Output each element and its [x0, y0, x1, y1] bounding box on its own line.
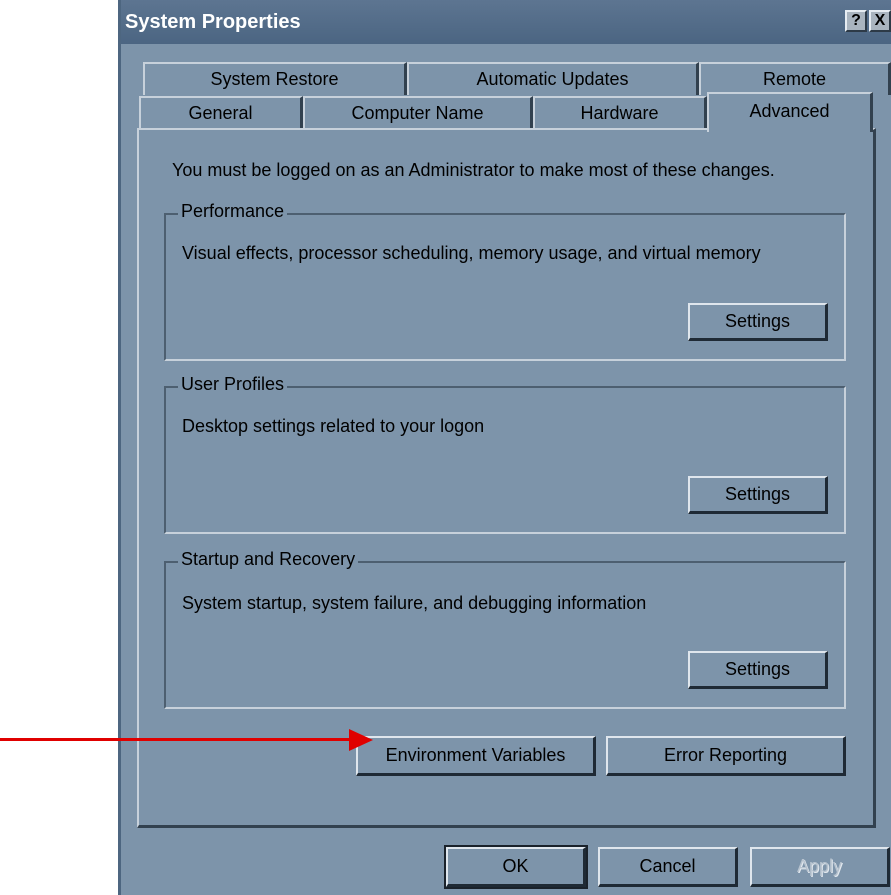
ok-button[interactable]: OK: [444, 845, 588, 889]
window-title: System Properties: [125, 11, 301, 33]
startup-recovery-group: Startup and Recovery System startup, sys…: [164, 549, 846, 709]
tab-system-restore[interactable]: System Restore: [143, 62, 407, 95]
tab-general[interactable]: General: [139, 96, 303, 129]
startup-recovery-settings-button[interactable]: Settings: [688, 651, 828, 689]
title-bar[interactable]: System Properties ? X: [121, 0, 891, 44]
close-button[interactable]: X: [869, 10, 891, 32]
tab-computer-name[interactable]: Computer Name: [303, 96, 533, 129]
apply-button[interactable]: Apply: [750, 847, 890, 887]
annotation-arrow-head-icon: [349, 729, 373, 751]
admin-notice: You must be logged on as an Administrato…: [172, 160, 775, 180]
user-profiles-settings-button[interactable]: Settings: [688, 476, 828, 514]
environment-variables-button[interactable]: Environment Variables: [356, 736, 596, 776]
annotation-arrow-line: [0, 738, 352, 741]
startup-recovery-description: System startup, system failure, and debu…: [182, 593, 647, 613]
startup-recovery-group-title: Startup and Recovery: [178, 549, 359, 570]
cancel-button[interactable]: Cancel: [598, 847, 738, 887]
tab-advanced[interactable]: Advanced: [707, 92, 873, 132]
help-button[interactable]: ?: [845, 10, 867, 32]
tab-automatic-updates[interactable]: Automatic Updates: [407, 62, 699, 95]
performance-description: Visual effects, processor scheduling, me…: [182, 243, 761, 263]
performance-group: Performance Visual effects, processor sc…: [164, 201, 846, 361]
user-profiles-group: User Profiles Desktop settings related t…: [164, 374, 846, 534]
tab-remote[interactable]: Remote: [699, 62, 891, 95]
error-reporting-button[interactable]: Error Reporting: [606, 736, 846, 776]
user-profiles-group-title: User Profiles: [178, 374, 288, 395]
performance-settings-button[interactable]: Settings: [688, 303, 828, 341]
user-profiles-description: Desktop settings related to your logon: [182, 416, 485, 436]
performance-group-title: Performance: [178, 201, 288, 222]
tab-hardware[interactable]: Hardware: [533, 96, 707, 129]
